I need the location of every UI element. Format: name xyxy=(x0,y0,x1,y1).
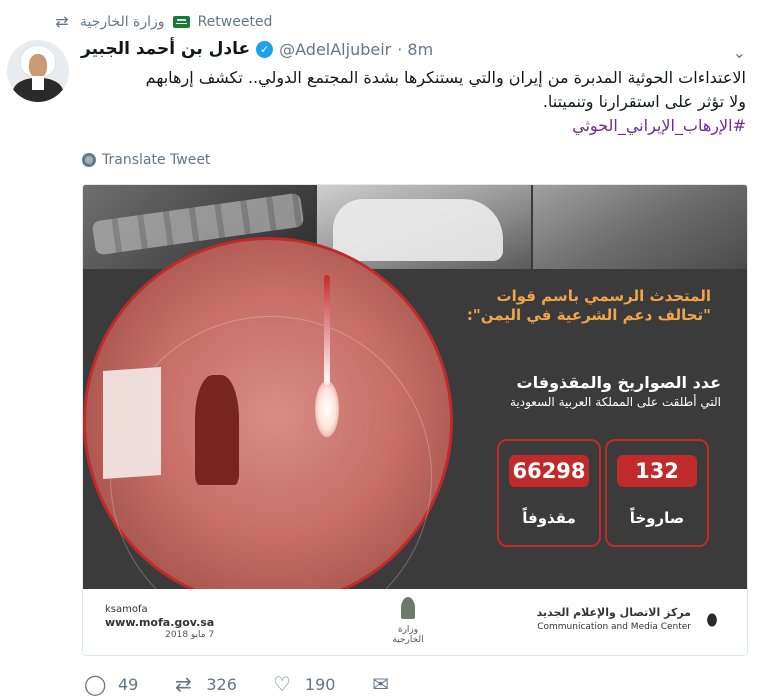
retweet-button[interactable]: ⇄ 326 xyxy=(172,672,237,696)
infographic-image: المتحدث الرسمي باسم قوات "تحالف دعم الشر… xyxy=(83,185,747,589)
tweet-text: الاعتداءات الحوثية المدبرة من إيران والت… xyxy=(82,66,746,138)
missiles-value: 132 xyxy=(617,455,697,487)
count-title: عدد الصواريخ والمقذوفات xyxy=(516,373,721,392)
saudi-flag-icon xyxy=(172,15,190,28)
reply-button[interactable]: ◯ 49 xyxy=(84,672,138,696)
infographic-footer: ksamofa www.mofa.gov.sa 7 مايو 2018 وزار… xyxy=(83,589,747,655)
infographic-title-line1: المتحدث الرسمي باسم قوات xyxy=(496,287,711,305)
retweet-icon: ⇄ xyxy=(174,672,192,696)
infographic-title: المتحدث الرسمي باسم قوات "تحالف دعم الشر… xyxy=(451,287,711,325)
rocket-flame xyxy=(315,381,339,437)
missiles-label: صاروخاً xyxy=(629,509,685,527)
reply-icon: ◯ xyxy=(84,672,107,696)
tweet-actions: ◯ 49 ⇄ 326 ♡ 190 ✉ xyxy=(84,672,425,696)
social-handle: ksamofa xyxy=(105,604,148,615)
flag-graphic xyxy=(103,366,161,480)
mofa-contact: ksamofa www.mofa.gov.sa 7 مايو 2018 xyxy=(105,603,214,642)
avatar-face xyxy=(29,54,47,78)
website-url: www.mofa.gov.sa xyxy=(105,616,215,629)
retweeter-name[interactable]: وزارة الخارجية xyxy=(80,14,165,30)
tweet-header: عادل بن أحمد الجبير ✓ @AdelAljubeir · 8m xyxy=(81,39,433,59)
retweeted-label: Retweeted xyxy=(197,13,273,30)
globe-icon xyxy=(82,153,96,167)
retweet-context: ⇄ وزارة الخارجية Retweeted xyxy=(52,12,272,31)
tweet-card[interactable]: ⇄ وزارة الخارجية Retweeted عادل بن أحمد … xyxy=(0,0,768,699)
media-center-en: Communication and Media Center xyxy=(537,622,691,632)
tweet-text-line1: الاعتداءات الحوثية المدبرة من إيران والت… xyxy=(145,68,746,87)
debris-photo xyxy=(533,185,747,269)
infographic-date: 7 مايو 2018 xyxy=(165,630,215,640)
avatar-collar xyxy=(32,76,44,90)
like-button[interactable]: ♡ 190 xyxy=(271,672,336,696)
projectiles-label: مقذوفاً xyxy=(522,509,576,527)
translate-label: Translate Tweet xyxy=(102,152,211,168)
like-count: 190 xyxy=(304,674,336,694)
media-center-name: مركز الاتصال والإعلام الجديد Communicati… xyxy=(537,605,691,635)
count-subtitle: التي أطلقت على المملكة العربية السعودية xyxy=(509,395,721,409)
rocket-graphic xyxy=(324,275,330,385)
hashtag-link[interactable]: #الإرهاب_الإيراني_الحوثي xyxy=(82,114,746,138)
verified-badge-icon: ✓ xyxy=(256,40,274,58)
retweet-count: 326 xyxy=(206,674,237,694)
translate-tweet-button[interactable]: Translate Tweet xyxy=(82,152,210,168)
tweet-media[interactable]: المتحدث الرسمي باسم قوات "تحالف دعم الشر… xyxy=(82,184,748,656)
damaged-car xyxy=(333,199,503,261)
reply-count: 49 xyxy=(118,674,139,694)
missiles-stat: 132 صاروخاً xyxy=(605,439,709,547)
ministry-emblem: وزارة الخارجية xyxy=(385,597,431,645)
author-name[interactable]: عادل بن أحمد الجبير xyxy=(81,39,250,59)
projectiles-value: 66298 xyxy=(509,455,589,487)
ministry-script: وزارة الخارجية xyxy=(392,625,424,645)
author-handle[interactable]: @AdelAljubeir xyxy=(279,40,391,59)
envelope-icon: ✉ xyxy=(372,672,389,696)
direct-message-button[interactable]: ✉ xyxy=(369,672,391,696)
fighter-silhouette xyxy=(195,375,239,485)
media-center-ar: مركز الاتصال والإعلام الجديد xyxy=(536,606,691,619)
palm-emblem-icon xyxy=(401,597,415,619)
projectiles-stat: 66298 مقذوفاً xyxy=(497,439,601,547)
media-center-logo-icon xyxy=(701,605,723,635)
tweet-text-line2: ولا تؤثر على استقرارنا وتنميتنا. xyxy=(542,92,746,111)
chevron-down-icon[interactable]: ⌄ xyxy=(733,43,746,62)
avatar[interactable] xyxy=(7,40,69,102)
heart-icon: ♡ xyxy=(272,672,291,696)
infographic-title-line2: "تحالف دعم الشرعية في اليمن": xyxy=(466,306,711,324)
tweet-timestamp[interactable]: · 8m xyxy=(397,40,433,59)
retweet-icon: ⇄ xyxy=(55,12,69,31)
